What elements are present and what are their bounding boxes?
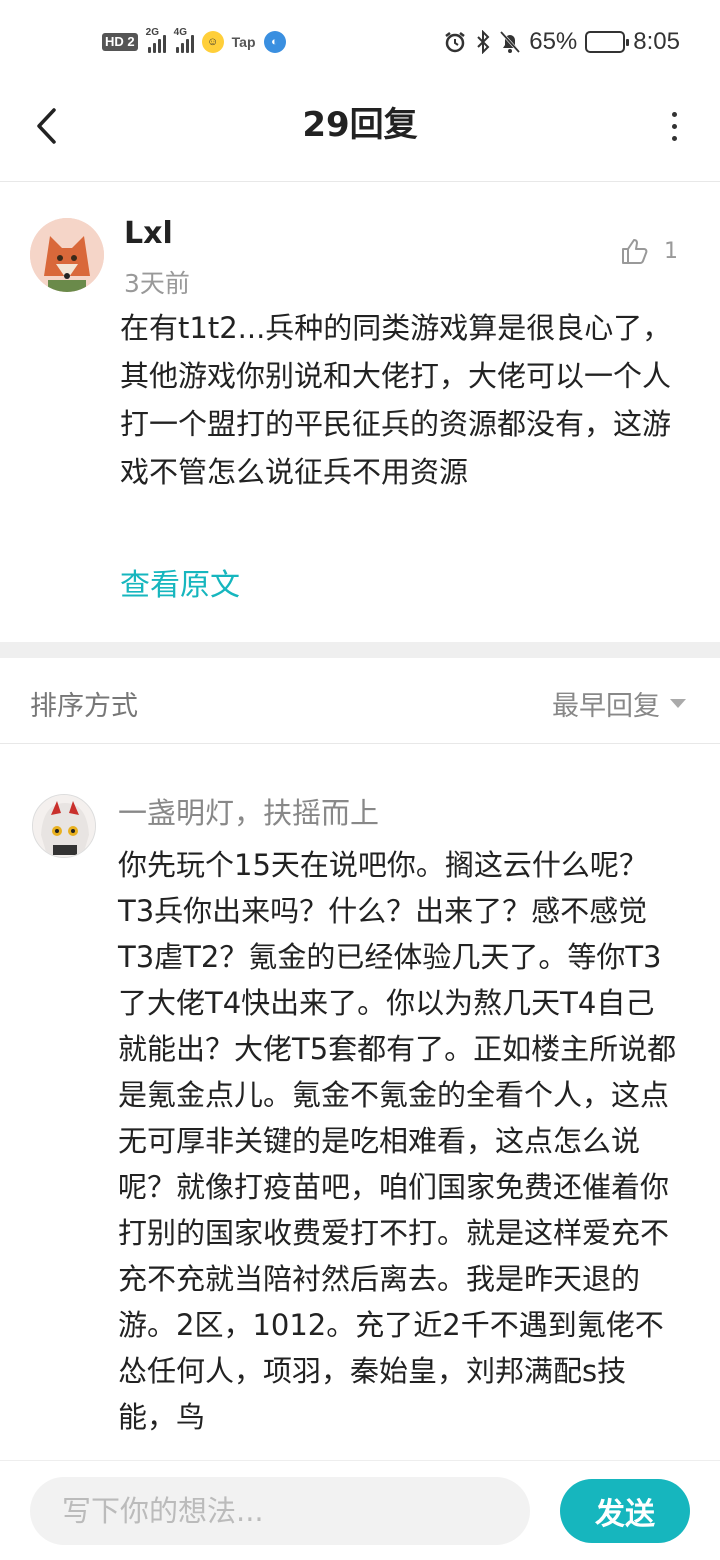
fox-avatar-image bbox=[30, 218, 104, 292]
browser-app-icon: ◐ bbox=[263, 31, 286, 53]
comment-input[interactable] bbox=[30, 1477, 530, 1545]
reply-content: 你先玩个15天在说吧你。搁这云什么呢？ T3兵你出来吗？什么？出来了？感不感觉T… bbox=[118, 848, 677, 1434]
comment-input-bar: 发送 bbox=[0, 1460, 720, 1560]
hd-badge: HD 2 bbox=[102, 33, 138, 51]
signal-2g-icon: 2G bbox=[146, 27, 166, 53]
reply-item: 一盏明灯，扶摇而上 你先玩个15天在说吧你。搁这云什么呢？ T3兵你出来吗？什么… bbox=[0, 744, 720, 1460]
net2-label: 4G bbox=[173, 27, 187, 38]
sort-bar: 排序方式 最早回复 bbox=[0, 658, 720, 744]
main-comment: Lxl 3天前 1 在有t1t2...兵种的同类游戏算是很良心了，其他游戏你别说… bbox=[0, 182, 720, 642]
comment-time: 3天前 bbox=[124, 269, 190, 298]
thumbs-up-icon bbox=[622, 239, 648, 264]
section-divider bbox=[0, 642, 720, 658]
view-original-link[interactable]: 查看原文 bbox=[120, 560, 240, 604]
chevron-down-icon bbox=[670, 699, 686, 708]
like-button[interactable]: 1 bbox=[620, 236, 678, 266]
taptap-icon: Tap bbox=[231, 34, 256, 50]
more-options-button[interactable] bbox=[664, 106, 684, 146]
status-left-icons: HD 2 2G 4G ☺ Tap ◐ bbox=[102, 27, 286, 56]
comment-username[interactable]: Lxl bbox=[124, 216, 173, 251]
send-button[interactable]: 发送 bbox=[560, 1479, 690, 1543]
status-bar: HD 2 2G 4G ☺ Tap ◐ 65% 8:05 bbox=[0, 0, 720, 84]
clock: 8:05 bbox=[633, 28, 680, 55]
top-navigation-bar: 29回复 bbox=[0, 84, 720, 182]
anime-avatar-image bbox=[33, 795, 95, 857]
hd-label: HD bbox=[105, 34, 124, 49]
sort-selected-value: 最早回复 bbox=[552, 691, 660, 722]
like-count: 1 bbox=[664, 238, 678, 264]
reply-avatar[interactable] bbox=[32, 794, 96, 858]
comment-content: 在有t1t2...兵种的同类游戏算是很良心了，其他游戏你别说和大佬打，大佬可以一… bbox=[120, 311, 672, 489]
mute-bell-icon bbox=[500, 30, 521, 54]
battery-percent: 65% bbox=[529, 28, 578, 55]
battery-icon bbox=[585, 31, 630, 53]
status-right-icons: 65% 8:05 bbox=[443, 28, 680, 56]
sim-badge: 2 bbox=[127, 34, 135, 49]
sort-label: 排序方式 bbox=[30, 691, 138, 722]
signal-4g-icon: 4G bbox=[174, 27, 194, 53]
notification-app-icon: ☺ bbox=[201, 31, 224, 53]
bluetooth-icon bbox=[477, 30, 490, 54]
net1-label: 2G bbox=[145, 27, 159, 38]
reply-username[interactable]: 一盏明灯，扶摇而上 bbox=[118, 790, 379, 832]
alarm-icon bbox=[445, 32, 465, 53]
sort-dropdown[interactable]: 最早回复 bbox=[552, 684, 686, 723]
page-title: 29回复 bbox=[302, 105, 418, 145]
avatar[interactable] bbox=[30, 218, 104, 292]
